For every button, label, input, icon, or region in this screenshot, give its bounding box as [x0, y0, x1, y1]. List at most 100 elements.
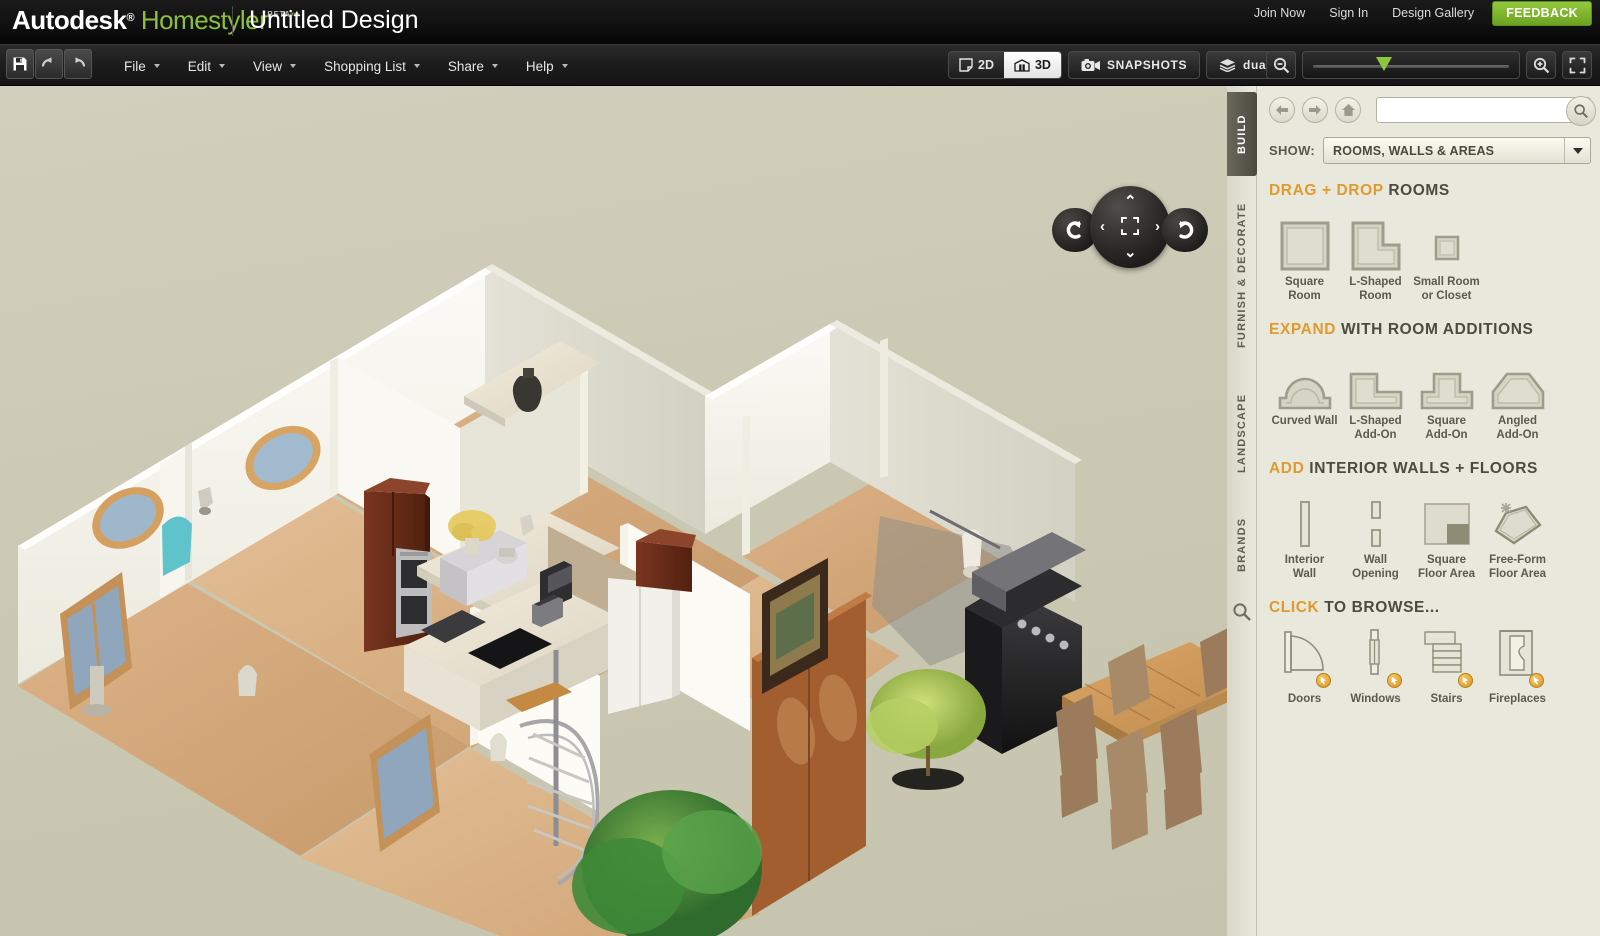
forward-button[interactable] [1302, 97, 1328, 123]
panel-tab-strip: BUILD FURNISH & DECORATE LANDSCAPE BRAND… [1227, 86, 1257, 936]
pan-pad[interactable]: ⌃ ⌄ ‹ › [1090, 186, 1170, 268]
browse-badge[interactable] [1457, 673, 1473, 689]
menu-view[interactable]: View [239, 45, 310, 87]
tool-square-addon[interactable]: Square Add-On [1411, 348, 1482, 442]
tool-browse-stairs[interactable]: Stairs [1411, 626, 1482, 707]
save-button[interactable] [6, 49, 34, 79]
tool-free-form-floor-area[interactable]: Free-Form Floor Area [1482, 487, 1553, 581]
menu-share[interactable]: Share [434, 45, 512, 87]
navigation-widget[interactable]: ⌃ ⌄ ‹ › [1052, 186, 1208, 274]
undo-button[interactable] [35, 49, 63, 79]
tool-curved-wall[interactable]: Curved Wall [1269, 348, 1340, 442]
join-now-link[interactable]: Join Now [1242, 0, 1317, 26]
tool-wall-opening[interactable]: Wall Opening [1340, 487, 1411, 581]
zoom-slider[interactable] [1302, 51, 1520, 79]
tool-square-room[interactable]: Square Room [1269, 209, 1340, 303]
zoom-in-button[interactable] [1526, 51, 1556, 79]
pan-right-arrow[interactable]: › [1155, 219, 1160, 234]
search-input[interactable] [1377, 98, 1590, 122]
tool-label: Square Add-On [1425, 415, 1468, 441]
tool-angled-addon[interactable]: Angled Add-On [1482, 348, 1553, 442]
menu-edit[interactable]: Edit [174, 45, 239, 87]
sign-in-link[interactable]: Sign In [1317, 0, 1380, 26]
tab-build[interactable]: BUILD [1227, 92, 1257, 176]
zoom-out-icon [1273, 57, 1289, 73]
zoom-out-button[interactable] [1266, 51, 1296, 79]
cursor-icon [1462, 677, 1468, 685]
tool-small-room-closet[interactable]: Small Room or Closet [1411, 209, 1482, 303]
show-dropdown[interactable]: ROOMS, WALLS & AREAS [1323, 137, 1591, 164]
tool-square-floor-area[interactable]: Square Floor Area [1411, 487, 1482, 581]
section-items: Interior Wall Wall Opening Square Floor … [1269, 487, 1591, 581]
browse-badge[interactable] [1386, 673, 1402, 689]
save-icon [13, 57, 27, 71]
browse-badge[interactable] [1528, 673, 1544, 689]
window-icon [1348, 626, 1404, 689]
cursor-icon [1533, 677, 1539, 685]
brand-divider [232, 6, 233, 36]
zoom-slider-thumb[interactable] [1375, 57, 1392, 71]
home-button[interactable] [1335, 97, 1361, 123]
tool-label: Small Room or Closet [1413, 276, 1480, 302]
tool-browse-windows[interactable]: Windows [1340, 626, 1411, 707]
menu-view-label: View [253, 58, 283, 74]
camera-icon [1081, 58, 1100, 71]
tool-label: Interior Wall [1284, 554, 1325, 580]
tab-furnish-decorate[interactable]: FURNISH & DECORATE [1227, 186, 1257, 364]
tool-browse-doors[interactable]: Doors [1269, 626, 1340, 707]
show-filter-row: SHOW: ROOMS, WALLS & AREAS [1269, 137, 1591, 164]
browse-badge[interactable] [1315, 673, 1331, 689]
panel-search-tab[interactable] [1232, 602, 1252, 627]
tool-browse-fireplaces[interactable]: Fireplaces [1482, 626, 1553, 707]
feedback-button[interactable]: FEEDBACK [1492, 0, 1592, 26]
search-icon [1233, 603, 1251, 621]
menu-shopping-list-label: Shopping List [324, 58, 406, 74]
tool-label: L-Shaped Room [1349, 276, 1402, 302]
pan-up-arrow[interactable]: ⌃ [1124, 194, 1137, 209]
snapshots-button[interactable]: SNAPSHOTS [1067, 51, 1201, 79]
cursor-icon [1320, 677, 1326, 685]
pan-left-arrow[interactable]: ‹ [1100, 219, 1105, 234]
tool-interior-wall[interactable]: Interior Wall [1269, 487, 1340, 581]
document-title[interactable]: Untitled Design [249, 6, 419, 35]
tool-l-shaped-addon[interactable]: L-Shaped Add-On [1340, 348, 1411, 442]
rotate-right-button[interactable] [1162, 208, 1208, 252]
small-room-icon [1422, 209, 1472, 271]
search-submit-button[interactable] [1566, 96, 1596, 126]
toolbar-icon-buttons [6, 49, 92, 79]
search-icon [1574, 104, 1588, 118]
view-mode-2d-label: 2D [978, 58, 994, 72]
tool-label: Angled Add-On [1496, 415, 1539, 441]
view-mode-2d[interactable]: 2D [949, 52, 1004, 78]
tool-l-shaped-room[interactable]: L-Shaped Room [1340, 209, 1411, 303]
pan-down-arrow[interactable]: ⌄ [1124, 245, 1137, 260]
redo-button[interactable] [64, 49, 92, 79]
menu-help[interactable]: Help [512, 45, 582, 87]
rotate-right-icon [1179, 221, 1194, 239]
panel-search-box[interactable] [1376, 96, 1596, 126]
menu-shopping-list[interactable]: Shopping List [310, 45, 434, 87]
l-shaped-addon-icon [1347, 348, 1405, 410]
door-icon [1277, 626, 1333, 689]
view-3d-icon [1014, 58, 1030, 72]
tab-brands[interactable]: BRANDS [1227, 502, 1257, 588]
tool-label: Curved Wall [1271, 415, 1338, 428]
tab-landscape[interactable]: LANDSCAPE [1227, 374, 1257, 492]
menu-file-label: File [124, 58, 146, 74]
l-shaped-room-icon [1351, 209, 1401, 271]
view-mode-3d[interactable]: 3D [1003, 52, 1061, 78]
design-canvas[interactable]: ⌃ ⌄ ‹ › [0, 86, 1256, 936]
tool-label: Square Room [1285, 276, 1324, 302]
zoom-controls [1266, 51, 1592, 79]
tool-label: Stairs [1430, 693, 1463, 706]
brand-bar: Autodesk® HomestylerBETA™ Untitled Desig… [0, 0, 1600, 44]
fullscreen-button[interactable] [1562, 51, 1592, 79]
section-title-rest: ROOMS [1383, 182, 1450, 199]
back-button[interactable] [1269, 97, 1295, 123]
menu-share-label: Share [447, 58, 484, 74]
menu-file[interactable]: File [110, 45, 174, 87]
design-gallery-link[interactable]: Design Gallery [1380, 0, 1486, 26]
show-dropdown-button[interactable] [1564, 138, 1590, 163]
stairs-icon [1419, 626, 1475, 689]
pan-center-icon[interactable] [1120, 216, 1140, 236]
